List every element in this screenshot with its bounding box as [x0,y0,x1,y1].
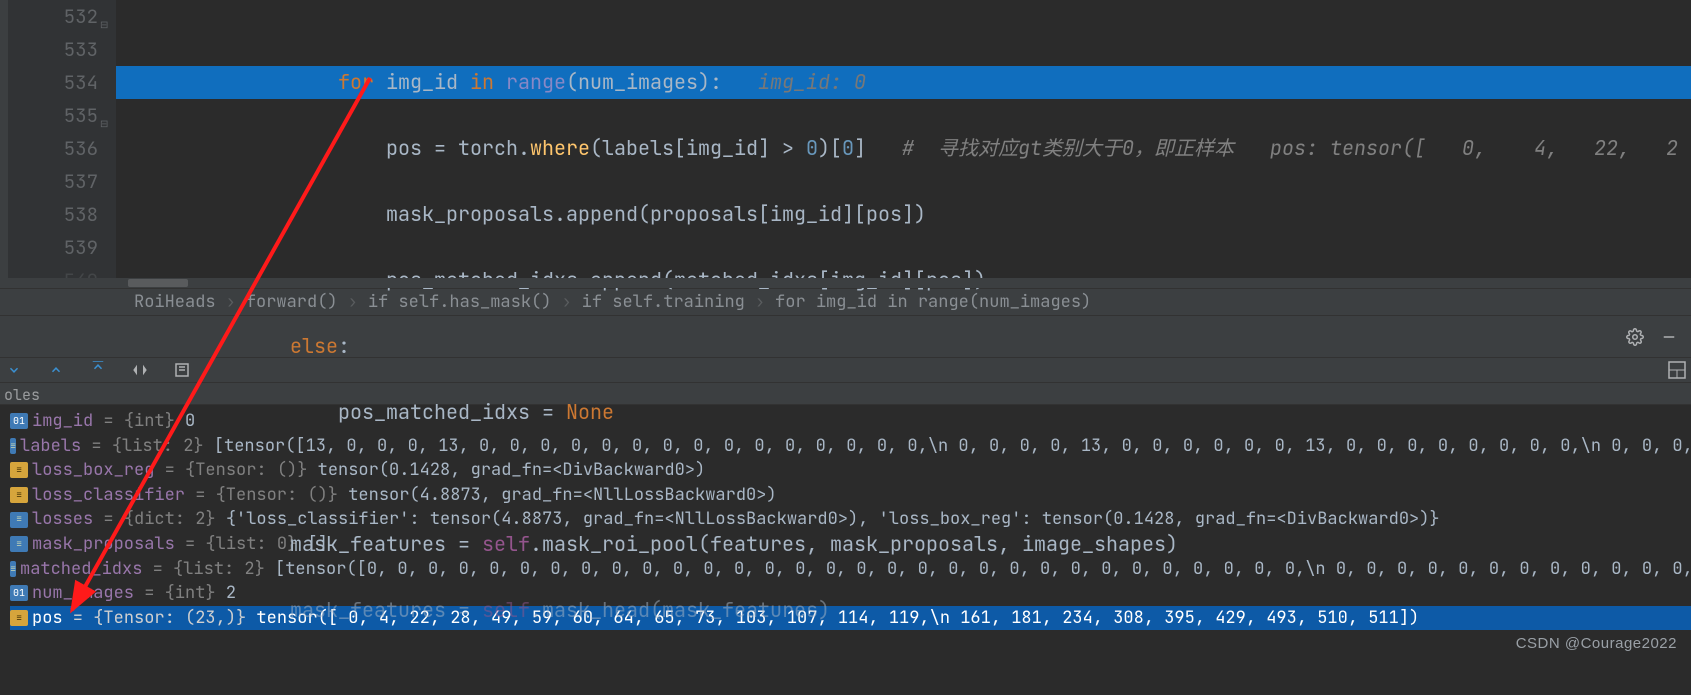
kw-for: for [338,69,374,95]
var-name: num_images [32,581,134,606]
var-name: losses [32,507,93,532]
code-text: )[ [818,135,842,161]
object-icon: ≡ [10,487,28,503]
line-number-gutter: 532 533 534 535 536 537 538 539 540 ⊟ ⊟ [8,0,116,288]
int-icon: 01 [10,413,28,429]
line-number: 535 [8,99,98,132]
code-area[interactable]: for img_id in range(num_images): img_id:… [116,0,1691,288]
step-out-icon[interactable] [88,360,108,380]
kw-in: in [470,69,494,95]
code-text: pos_matched_idxs = [338,399,566,425]
list-icon: ≡ [10,438,16,454]
kw-none: None [566,399,614,425]
var-name: img_id [32,409,93,434]
watermark: CSDN @Courage2022 [1516,635,1677,652]
sidebar-stub [0,0,8,288]
comment: # 寻找对应gt类别大于0，即正样本 pos: tensor([ 0, 4, 2… [902,135,1678,161]
list-icon: ≡ [10,561,16,577]
object-icon: ≡ [10,462,28,478]
line-number: 539 [8,231,98,264]
line-number: 538 [8,198,98,231]
kw-else: else [290,333,338,359]
code-text: ] [854,135,902,161]
list-icon: ≡ [10,512,28,528]
code-text: .mask_head(mask_features) [530,597,830,623]
num: 0 [806,135,818,161]
kw-self: self [482,531,530,557]
num: 0 [842,135,854,161]
code-editor[interactable]: 532 533 534 535 536 537 538 539 540 ⊟ ⊟ … [0,0,1691,288]
object-icon: ≡ [10,610,28,626]
inline-hint: img_id: 0 [758,69,866,95]
variables-tab[interactable]: oles [4,383,40,405]
line-number: 533 [8,33,98,66]
line-number: 536 [8,132,98,165]
list-icon: ≡ [10,536,28,552]
var-name: labels [20,434,81,459]
code-text: .mask_roi_pool(features, mask_proposals,… [530,531,1178,557]
step-over-icon[interactable] [46,360,66,380]
scrollbar-thumb[interactable] [128,279,188,287]
int-icon: 01 [10,585,28,601]
step-into-icon[interactable] [4,360,24,380]
fn-where: where [530,135,590,161]
code-text: img_id [374,69,470,95]
code-text: (num_images): [566,69,758,95]
code-text: mask_features = [290,597,482,623]
kw-self: self [482,597,530,623]
horizontal-scrollbar[interactable] [0,278,1691,288]
line-number: 534 [8,66,98,99]
builtin-range: range [494,69,566,95]
var-name: pos [32,606,63,631]
code-text: (labels[img_id] > [590,135,806,161]
code-text: mask_features = [290,531,482,557]
line-number: 537 [8,165,98,198]
code-text: : [338,333,350,359]
layout-icon[interactable] [1667,360,1687,380]
line-number: 532 [8,0,98,33]
code-text: mask_proposals.append(proposals[img_id][… [386,201,926,227]
code-text: pos = torch. [386,135,530,161]
